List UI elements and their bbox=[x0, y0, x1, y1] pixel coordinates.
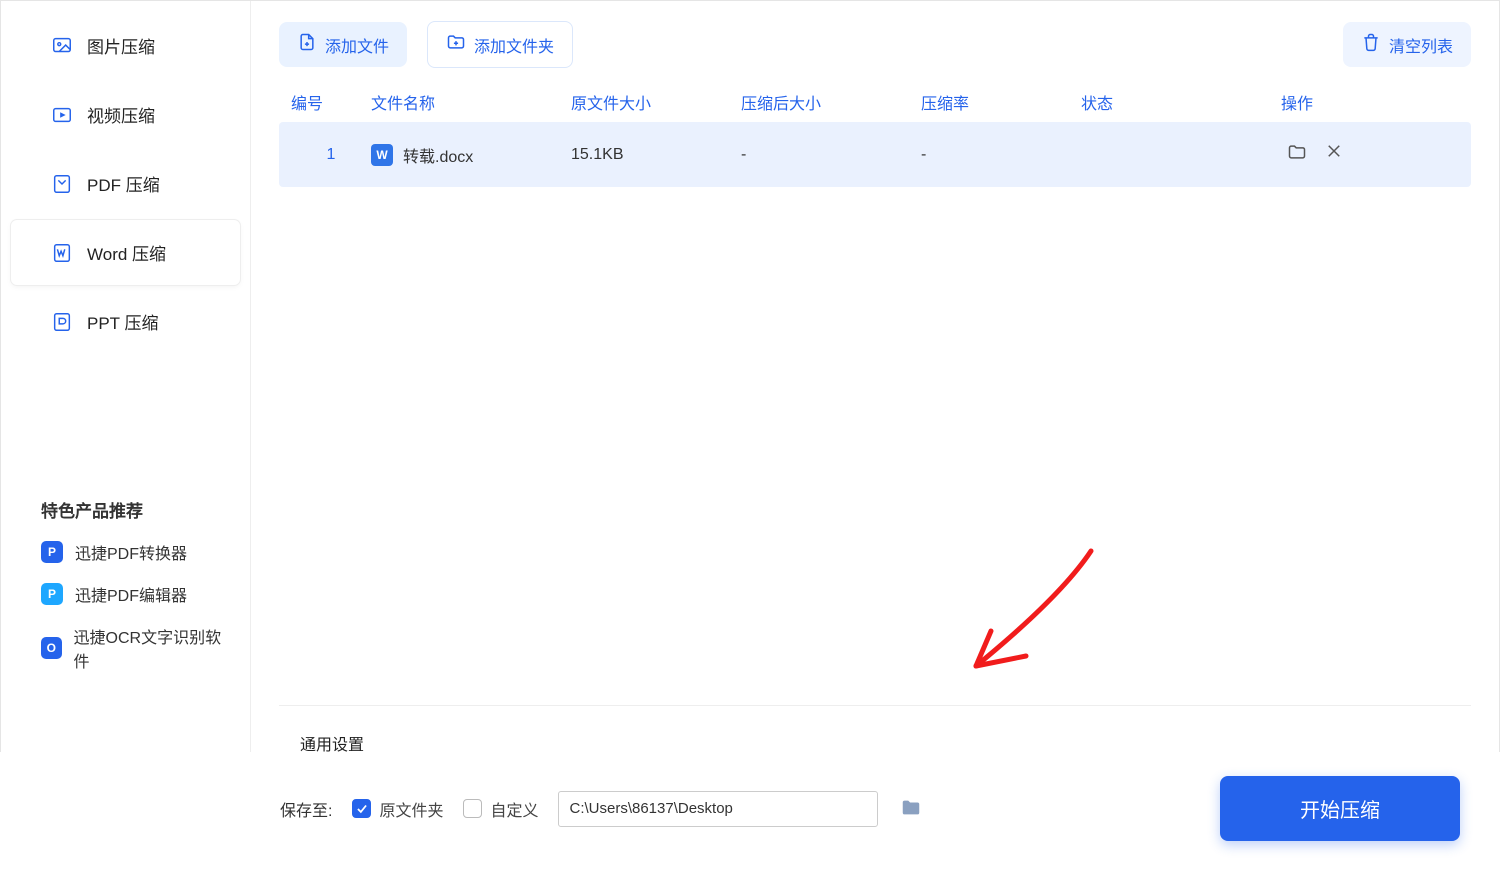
recommended-section: 特色产品推荐 P 迅捷PDF转换器 P 迅捷PDF编辑器 O 迅捷OCR文字识别… bbox=[1, 467, 250, 690]
table-row[interactable]: 1 W 转载.docx 15.1KB - - bbox=[279, 122, 1471, 187]
save-path-input[interactable] bbox=[558, 791, 878, 827]
sidebar-item-ppt[interactable]: PPT 压缩 bbox=[11, 289, 240, 354]
sidebar-item-word[interactable]: Word 压缩 bbox=[11, 220, 240, 285]
rec-item-pdf-editor[interactable]: P 迅捷PDF编辑器 bbox=[41, 582, 226, 606]
app-icon: P bbox=[41, 583, 63, 605]
cell-index: 1 bbox=[291, 146, 371, 164]
rec-item-label: 迅捷OCR文字识别软件 bbox=[74, 624, 226, 672]
cell-ratio: - bbox=[921, 146, 1081, 164]
col-after: 压缩后大小 bbox=[741, 90, 921, 114]
save-to-label: 保存至: bbox=[280, 797, 332, 821]
checkbox-icon bbox=[463, 799, 482, 818]
app-icon: P bbox=[41, 541, 63, 563]
col-ratio: 压缩率 bbox=[921, 90, 1081, 114]
col-status: 状态 bbox=[1081, 90, 1281, 114]
sidebar-item-label: 视频压缩 bbox=[87, 102, 155, 127]
rec-item-label: 迅捷PDF转换器 bbox=[75, 540, 187, 564]
annotation-arrow bbox=[941, 541, 1111, 701]
sidebar-item-pdf[interactable]: PDF 压缩 bbox=[11, 151, 240, 216]
sidebar-item-label: PDF 压缩 bbox=[87, 171, 160, 196]
cell-actions bbox=[1281, 142, 1431, 167]
sidebar: 图片压缩 视频压缩 PDF 压缩 Word 压缩 bbox=[1, 1, 251, 870]
clear-list-button[interactable]: 清空列表 bbox=[1343, 22, 1471, 67]
rec-item-ocr[interactable]: O 迅捷OCR文字识别软件 bbox=[41, 624, 226, 672]
remove-icon[interactable] bbox=[1325, 142, 1343, 167]
rec-item-pdf-converter[interactable]: P 迅捷PDF转换器 bbox=[41, 540, 226, 564]
main-panel: 添加文件 添加文件夹 清空列表 编号 文件名称 原文件大小 压缩后大小 压缩率 … bbox=[251, 1, 1499, 870]
sidebar-item-label: PPT 压缩 bbox=[87, 309, 158, 334]
option-save-original-folder[interactable]: 原文件夹 bbox=[352, 797, 443, 821]
footer: 保存至: 原文件夹 自定义 开始压缩 bbox=[0, 752, 1500, 871]
open-folder-icon[interactable] bbox=[1287, 142, 1307, 167]
button-label: 开始压缩 bbox=[1300, 800, 1380, 822]
pdf-icon bbox=[51, 173, 73, 195]
trash-icon bbox=[1361, 32, 1381, 57]
file-name: 转载.docx bbox=[403, 143, 473, 167]
word-file-icon: W bbox=[371, 144, 393, 166]
col-orig: 原文件大小 bbox=[571, 90, 741, 114]
col-name: 文件名称 bbox=[371, 90, 571, 114]
sidebar-item-label: 图片压缩 bbox=[87, 33, 155, 58]
word-icon bbox=[51, 242, 73, 264]
app-icon: O bbox=[41, 637, 62, 659]
col-index: 编号 bbox=[291, 90, 371, 114]
ppt-icon bbox=[51, 311, 73, 333]
toolbar: 添加文件 添加文件夹 清空列表 bbox=[279, 11, 1471, 82]
image-icon bbox=[51, 35, 73, 57]
cell-after: - bbox=[741, 146, 921, 164]
sidebar-item-label: Word 压缩 bbox=[87, 240, 166, 265]
option-label: 原文件夹 bbox=[379, 797, 443, 821]
table-header: 编号 文件名称 原文件大小 压缩后大小 压缩率 状态 操作 bbox=[279, 82, 1471, 122]
button-label: 清空列表 bbox=[1389, 33, 1453, 57]
col-action: 操作 bbox=[1281, 90, 1431, 114]
video-icon bbox=[51, 104, 73, 126]
sidebar-item-video[interactable]: 视频压缩 bbox=[11, 82, 240, 147]
option-label: 自定义 bbox=[490, 797, 538, 821]
add-folder-button[interactable]: 添加文件夹 bbox=[427, 21, 573, 68]
rec-item-label: 迅捷PDF编辑器 bbox=[75, 582, 187, 606]
sidebar-item-image[interactable]: 图片压缩 bbox=[11, 13, 240, 78]
cell-name: W 转载.docx bbox=[371, 143, 571, 167]
option-save-custom[interactable]: 自定义 bbox=[463, 797, 538, 821]
button-label: 添加文件夹 bbox=[474, 33, 554, 57]
folder-plus-icon bbox=[446, 32, 466, 57]
add-file-button[interactable]: 添加文件 bbox=[279, 22, 407, 67]
file-plus-icon bbox=[297, 32, 317, 57]
start-compress-button[interactable]: 开始压缩 bbox=[1220, 776, 1460, 841]
recommended-title: 特色产品推荐 bbox=[41, 497, 226, 522]
cell-orig: 15.1KB bbox=[571, 146, 741, 164]
button-label: 添加文件 bbox=[325, 33, 389, 57]
browse-folder-icon[interactable] bbox=[898, 797, 926, 821]
nav-list: 图片压缩 视频压缩 PDF 压缩 Word 压缩 bbox=[1, 9, 250, 358]
checkbox-checked-icon bbox=[352, 799, 371, 818]
